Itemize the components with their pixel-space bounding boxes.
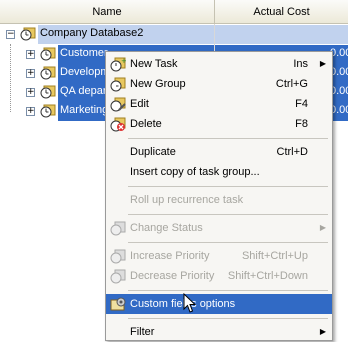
menu-item-label: Duplicate [130,146,176,158]
menu-item-shortcut: Shift+Ctrl+Up [241,250,308,262]
menu-item-shortcut: Ctrl+G [275,78,308,90]
change-status-icon [110,221,126,236]
menu-item-shortcut: Ctrl+D [276,146,308,158]
menu-item-label: New Task [130,58,178,70]
menu-separator [128,138,328,139]
menu-item-decrease-priority[interactable]: Decrease Priority Shift+Ctrl+Down [106,266,332,286]
row-label: Marketing [60,104,109,116]
menu-item-edit[interactable]: Edit F4 [106,94,332,114]
table-row[interactable]: − Company Database2 [0,25,348,44]
delete-icon [110,117,126,132]
menu-item-label: Increase Priority [130,250,210,262]
menu-item-shortcut: Ins [293,58,308,70]
task-group-icon [40,66,56,80]
menu-item-label: Edit [130,98,149,110]
menu-item-insert-copy[interactable]: Insert copy of task group... [106,162,332,182]
menu-item-duplicate[interactable]: Duplicate Ctrl+D [106,142,332,162]
new-group-icon [110,77,126,92]
menu-separator [128,318,328,319]
menu-item-label: Roll up recurrence task [130,194,244,206]
expand-icon[interactable]: + [26,69,35,78]
menu-item-new-task[interactable]: + New Task Ins ▶ [106,54,332,74]
menu-separator [128,290,328,291]
task-group-icon [40,47,56,61]
menu-item-new-group[interactable]: New Group Ctrl+G [106,74,332,94]
increase-priority-icon [110,249,126,264]
row-label: QA depar [60,85,107,97]
menu-item-delete[interactable]: Delete F8 [106,114,332,134]
menu-item-filter[interactable]: Filter ▶ [106,322,332,342]
decrease-priority-icon [110,269,126,284]
task-group-icon [40,85,56,99]
menu-item-increase-priority[interactable]: Increase Priority Shift+Ctrl+Up [106,246,332,266]
menu-item-label: Decrease Priority [130,270,215,282]
menu-item-roll-up-recurrence[interactable]: Roll up recurrence task [106,190,332,210]
submenu-arrow-icon: ▶ [319,223,326,232]
grid-header: Name Actual Cost [0,0,348,24]
menu-item-label: Delete [130,118,162,130]
context-menu: + New Task Ins ▶ New Group Ctrl+G Edit F… [105,51,333,341]
collapse-icon[interactable]: − [6,30,15,39]
menu-item-shortcut: F4 [295,98,308,110]
column-header-actual-cost[interactable]: Actual Cost [215,0,348,23]
menu-separator [128,242,328,243]
menu-item-shortcut: Shift+Ctrl+Down [227,270,308,282]
menu-item-change-status[interactable]: Change Status ▶ [106,218,332,238]
row-label: Customer [60,47,108,59]
expand-icon[interactable]: + [26,88,35,97]
mouse-cursor-icon [183,293,197,313]
menu-separator [128,214,328,215]
menu-item-label: Insert copy of task group... [130,166,260,178]
edit-icon [110,97,126,112]
row-label: Company Database2 [40,27,144,39]
expand-icon[interactable]: + [26,107,35,116]
task-group-icon [20,27,36,41]
submenu-arrow-icon: ▶ [319,59,326,68]
task-group-icon [40,104,56,118]
expand-icon[interactable]: + [26,50,35,59]
menu-separator [128,186,328,187]
menu-item-custom-fields-options[interactable]: Custom fields options [106,294,332,314]
menu-item-shortcut: F8 [295,118,308,130]
row-selection-bg [215,25,348,44]
row-label: Developm [60,66,110,78]
svg-text:+: + [121,57,126,65]
column-header-name[interactable]: Name [0,0,215,23]
menu-item-label: New Group [130,78,186,90]
custom-fields-icon [110,297,126,311]
menu-item-label: Change Status [130,222,203,234]
new-task-icon: + [110,57,126,72]
